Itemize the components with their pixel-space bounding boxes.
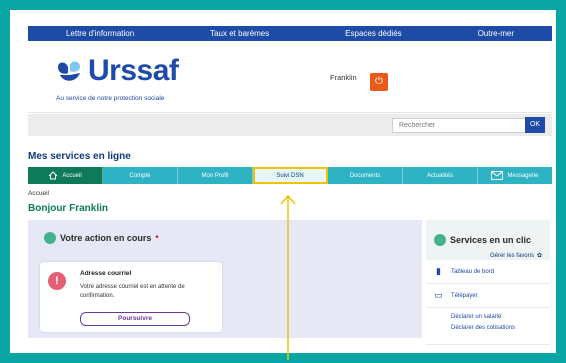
alert-icon: !	[48, 272, 66, 290]
service-label[interactable]: Déclarer un salarié	[451, 314, 515, 320]
panel-header: Services en un clic	[434, 234, 531, 246]
section-title: Mes services en ligne	[28, 151, 131, 162]
tab-compte[interactable]: Compte	[103, 167, 178, 184]
tab-suivi-dsn[interactable]: Suivi DSN	[253, 167, 328, 184]
envelope-icon	[491, 171, 504, 180]
tab-mon-profil[interactable]: Mon Profil	[178, 167, 253, 184]
required-mark: *	[155, 233, 159, 243]
tab-label: Accueil	[62, 172, 82, 179]
credit-card-icon: ▭	[434, 290, 443, 300]
panel-header: Votre action en cours *	[44, 232, 158, 244]
tab-actualites[interactable]: Actualités	[403, 167, 478, 184]
service-label: Tableau de bord	[451, 268, 495, 275]
pointer-arrow-icon	[280, 194, 296, 360]
service-label: Télépayer	[451, 292, 478, 299]
service-telepayer[interactable]: ▭ Télépayer	[426, 284, 550, 308]
manage-favorites-link[interactable]: Gérer les favoris ✿	[489, 252, 542, 260]
services-list: ▮ Tableau de bord ▭ Télépayer Déclarer u…	[426, 260, 550, 345]
panel-title: Services en un clic	[450, 235, 532, 245]
logo-tagline: Au service de notre protection sociale	[56, 95, 165, 102]
card-message: Votre adresse courriel est en attente de…	[80, 284, 185, 299]
tab-label: Mon Profil	[201, 172, 229, 179]
service-declare[interactable]: Déclarer un salarié Déclarer des cotisat…	[426, 308, 550, 345]
header: Urssaf Au service de notre protection so…	[28, 41, 552, 113]
tab-documents[interactable]: Documents	[328, 167, 403, 184]
home-icon	[48, 171, 58, 180]
nav-link-dedicated-spaces[interactable]: Espaces dédiés	[345, 29, 401, 38]
tab-label: Messagerie	[507, 172, 539, 179]
quick-services-panel: Services en un clic Gérer les favoris ✿ …	[426, 220, 550, 345]
tab-label: Suivi DSN	[276, 172, 304, 179]
bullet-circle-icon	[44, 232, 56, 244]
search-bar: OK	[28, 114, 552, 136]
document-icon: ▮	[436, 266, 441, 276]
services-tabs: Accueil Compte Mon Profil Suivi DSN Docu…	[28, 167, 552, 184]
power-icon: ⏻	[375, 76, 383, 87]
tab-label: Documents	[349, 172, 381, 179]
tab-label: Actualités	[426, 172, 453, 179]
page-title: Bonjour Franklin	[28, 203, 108, 214]
logo-wordmark[interactable]: Urssaf	[88, 54, 179, 88]
tab-messagerie[interactable]: Messagerie	[478, 167, 552, 184]
card-title: Adresse courriel	[80, 270, 132, 277]
tab-accueil[interactable]: Accueil	[28, 167, 103, 184]
nav-link-overseas[interactable]: Outre-mer	[478, 29, 514, 38]
breadcrumb[interactable]: Accueil	[28, 190, 49, 197]
service-label[interactable]: Déclarer des cotisations	[451, 325, 515, 331]
service-dashboard[interactable]: ▮ Tableau de bord	[426, 260, 550, 284]
urssaf-logo-icon	[58, 61, 80, 81]
gear-icon: ✿	[536, 253, 542, 259]
search-input[interactable]	[392, 118, 528, 133]
logout-button[interactable]: ⏻	[370, 73, 388, 91]
nav-link-rates[interactable]: Taux et barèmes	[210, 29, 269, 38]
user-name: Franklin	[330, 73, 357, 82]
panel-title: Votre action en cours	[60, 233, 152, 243]
service-declare-lines: Déclarer un salarié Déclarer des cotisat…	[434, 314, 515, 331]
action-card: ! Adresse courriel Votre adresse courrie…	[40, 262, 222, 332]
current-action-panel: Votre action en cours * ! Adresse courri…	[28, 220, 422, 338]
bullet-circle-icon	[434, 234, 446, 246]
manage-favorites-label: Gérer les favoris	[489, 252, 534, 259]
continue-button[interactable]: Poursuivre	[80, 312, 190, 326]
search-button[interactable]: OK	[525, 117, 545, 133]
nav-link-newsletter[interactable]: Lettre d'information	[66, 29, 134, 38]
tab-label: Compte	[129, 172, 151, 179]
top-nav: Lettre d'information Taux et barèmes Esp…	[28, 26, 552, 41]
